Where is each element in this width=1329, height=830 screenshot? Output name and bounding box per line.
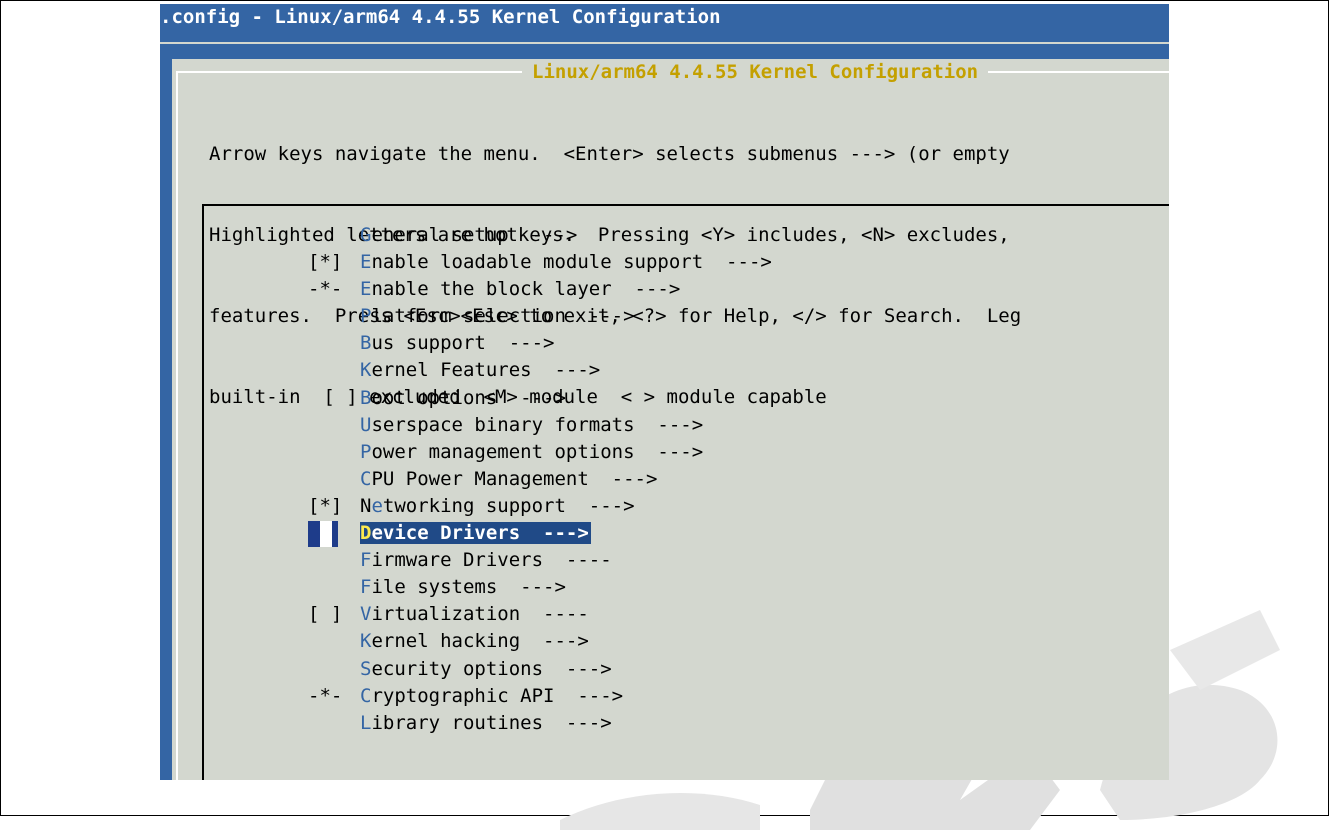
item-hotkey: G <box>360 224 372 246</box>
item-label: General setup ---> <box>360 224 577 246</box>
item-label: Bus support ---> <box>360 332 554 354</box>
item-state: [*] <box>308 251 343 274</box>
item-state: -*- <box>308 684 343 707</box>
item-state: [*] <box>308 494 343 517</box>
menu-item[interactable]: CPU Power Management ---> <box>308 466 772 493</box>
item-label-text: ernel hacking ---> <box>371 630 589 653</box>
item-hotkey: V <box>360 603 372 626</box>
menu-item[interactable]: Security options ---> <box>308 656 772 683</box>
item-label: Platform selection ---> <box>360 305 635 327</box>
dialog-border-left <box>176 71 178 780</box>
menu-item[interactable]: Kernel Features ---> <box>308 357 772 384</box>
terminal-window: .config - Linux/arm64 4.4.55 Kernel Conf… <box>160 4 1169 780</box>
menu-item[interactable]: -*- Enable the block layer ---> <box>308 276 772 303</box>
item-label-text: ibrary routines ---> <box>371 711 612 734</box>
item-label: CPU Power Management ---> <box>360 468 657 490</box>
item-label-text: nable the block layer ---> <box>371 278 681 301</box>
menu-item[interactable]: Boot options ---> <box>308 385 772 412</box>
item-label: Virtualization ---- <box>360 603 589 625</box>
item-label-text: ryptographic API ---> <box>371 684 624 707</box>
item-state: -*- <box>308 278 343 301</box>
item-label-text: evice Drivers ---> <box>371 522 589 545</box>
item-hotkey: P <box>360 440 372 463</box>
item-hotkey: K <box>360 359 372 382</box>
item-label-text: ernel Features ---> <box>371 359 601 382</box>
menu-item[interactable]: Kernel hacking ---> <box>308 628 772 655</box>
item-label-text: oot options ---> <box>371 386 566 409</box>
menu-item[interactable]: General setup ---> <box>308 222 772 249</box>
menuconfig-dialog: Linux/arm64 4.4.55 Kernel Configuration … <box>172 59 1169 780</box>
item-label: Power management options ---> <box>360 441 703 463</box>
item-label: Networking support ---> <box>360 495 635 517</box>
item-hotkey: B <box>360 386 372 409</box>
item-label-text: tworking support ---> <box>382 494 635 517</box>
item-label-text: ecurity options ---> <box>371 657 612 680</box>
item-label-text: ower management options ---> <box>371 440 704 463</box>
item-hotkey: F <box>360 549 372 572</box>
item-label-text: irmware Drivers ---- <box>371 549 612 572</box>
item-label-text: latform selection ---> <box>371 305 635 328</box>
item-hotkey: F <box>360 576 372 599</box>
screen-divider <box>160 42 1169 44</box>
menu-item[interactable]: Platform selection ---> <box>308 303 772 330</box>
item-label: Library routines ---> <box>360 712 612 734</box>
item-hotkey: C <box>360 467 372 490</box>
item-label: Device Drivers ---> <box>360 522 591 545</box>
item-label: Userspace binary formats ---> <box>360 414 703 436</box>
item-label: Kernel hacking ---> <box>360 630 589 652</box>
menu-item[interactable]: [*] Enable loadable module support ---> <box>308 249 772 276</box>
item-hotkey: K <box>360 630 372 653</box>
item-label: Kernel Features ---> <box>360 359 600 381</box>
item-label-text: eneral setup ---> <box>371 224 578 246</box>
item-hotkey: E <box>360 278 372 301</box>
menu-item[interactable]: [*] Networking support ---> <box>308 493 772 520</box>
menu-item[interactable]: File systems ---> <box>308 574 772 601</box>
item-label: Enable the block layer ---> <box>360 278 680 300</box>
menu-item[interactable]: [ ] Virtualization ---- <box>308 601 772 628</box>
item-label: Cryptographic API ---> <box>360 685 623 707</box>
item-label: Security options ---> <box>360 658 612 680</box>
item-label: Boot options ---> <box>360 387 566 409</box>
item-label: Enable loadable module support ---> <box>360 251 772 273</box>
item-label-text: nable loadable module support ---> <box>371 251 772 274</box>
item-label-text: PU Power Management ---> <box>371 467 658 490</box>
item-label-text: irtualization ---- <box>371 603 589 626</box>
item-label: File systems ---> <box>360 576 566 598</box>
item-label: Firmware Drivers ---- <box>360 549 612 571</box>
menu-item[interactable]: -*- Cryptographic API ---> <box>308 683 772 710</box>
menu-item[interactable]: Userspace binary formats ---> <box>308 412 772 439</box>
menu-item[interactable]: Power management options ---> <box>308 439 772 466</box>
item-state: [ ] <box>308 603 343 626</box>
menu-item[interactable]: Firmware Drivers ---- <box>308 547 772 574</box>
item-label-text: serspace binary formats ---> <box>371 413 704 436</box>
menu-item[interactable]: Library routines ---> <box>308 710 772 737</box>
item-label-text: us support ---> <box>371 332 555 355</box>
item-label-lead: N <box>360 494 372 517</box>
item-hotkey: S <box>360 657 372 680</box>
item-hotkey: B <box>360 332 372 355</box>
menu-box: General setup ---> [*] Enable loadable mod… <box>202 204 1169 780</box>
item-hotkey: e <box>371 494 383 517</box>
item-hotkey: E <box>360 251 372 274</box>
item-hotkey: D <box>360 522 372 545</box>
menu-item[interactable]: Bus support ---> <box>308 330 772 357</box>
item-hotkey: C <box>360 684 372 707</box>
item-label-text: ile systems ---> <box>371 576 566 599</box>
item-hotkey: L <box>360 711 372 734</box>
item-hotkey: P <box>360 305 372 328</box>
dialog-title: Linux/arm64 4.4.55 Kernel Configuration <box>522 61 989 83</box>
window-title: .config - Linux/arm64 4.4.55 Kernel Conf… <box>160 6 721 28</box>
item-hotkey: U <box>360 413 372 436</box>
menu-item[interactable]: Device Drivers ---> <box>308 520 772 548</box>
menu-list: General setup ---> [*] Enable loadable mod… <box>308 222 772 737</box>
help-line: Arrow keys navigate the menu. <Enter> se… <box>209 143 1010 165</box>
selection-cursor <box>308 521 338 548</box>
